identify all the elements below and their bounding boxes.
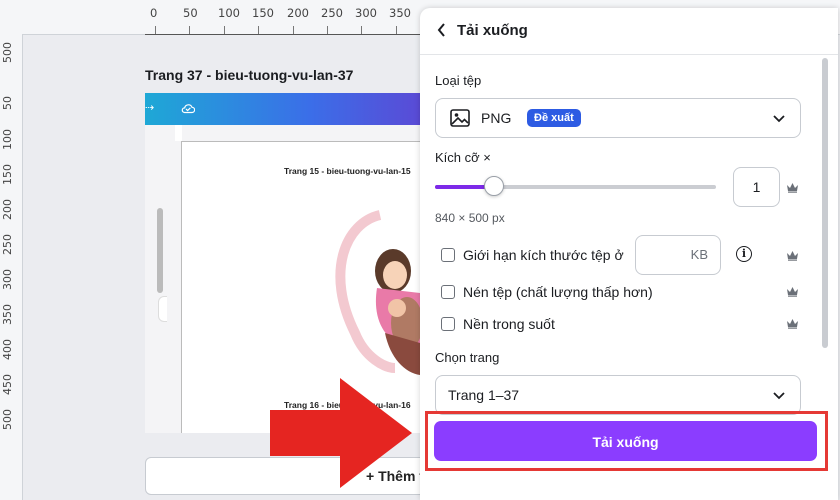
recommended-badge: Đề xuất — [527, 109, 581, 127]
pages-value: Trang 1–37 — [448, 387, 520, 403]
compress-checkbox[interactable] — [441, 285, 455, 299]
ruler-tick: 100 — [1, 129, 14, 150]
ruler-tick: 150 — [252, 6, 274, 20]
ruler-tick: 50 — [1, 96, 14, 110]
left-ruler: 500 50 100 150 200 250 300 350 400 450 5… — [0, 34, 23, 500]
ruler-tick: 300 — [355, 6, 377, 20]
file-type-select[interactable]: PNG Đề xuất — [435, 98, 801, 138]
ruler-tick: 200 — [1, 199, 14, 220]
option-label: Nền trong suốt — [463, 316, 555, 332]
limit-size-checkbox[interactable] — [441, 248, 455, 262]
size-label: Kích cỡ × — [435, 150, 491, 165]
crown-icon — [787, 183, 798, 193]
ruler-tick: 200 — [287, 6, 309, 20]
slider-thumb[interactable] — [484, 176, 504, 196]
pages-label: Chọn trang — [435, 350, 500, 365]
inner-top-ruler — [182, 125, 420, 142]
ruler-tick: 100 — [218, 6, 240, 20]
ruler-tick: 150 — [1, 164, 14, 185]
chevron-down-icon — [772, 388, 786, 407]
mother-child-illustration — [335, 210, 420, 375]
option-label: Nén tệp (chất lượng thấp hơn) — [463, 284, 653, 300]
crown-icon — [787, 319, 798, 329]
inner-toolbar: ⇢ — [145, 93, 420, 125]
ruler-tick: 500 — [1, 42, 14, 63]
panel-header: Tải xuống — [420, 8, 838, 55]
panel-title: Tải xuống — [457, 22, 528, 39]
previous-page-edge — [145, 30, 420, 35]
chevron-down-icon — [772, 111, 786, 130]
download-panel: Tải xuống Loại tệp PNG Đề xuất Kích cỡ ×… — [420, 8, 838, 500]
ruler-tick: 300 — [1, 269, 14, 290]
ruler-tick: 350 — [1, 304, 14, 325]
ruler-tick: 50 — [183, 6, 198, 20]
pages-select[interactable]: Trang 1–37 — [435, 375, 801, 415]
inner-page-title: Trang 15 - bieu-tuong-vu-lan-15 — [284, 166, 411, 176]
option-label: Giới hạn kích thước tệp ở — [463, 247, 624, 263]
panel-scrollbar[interactable] — [822, 58, 828, 348]
image-icon — [450, 109, 470, 132]
file-type-value: PNG — [481, 110, 512, 126]
ruler-tick: 450 — [1, 374, 14, 395]
crown-icon — [787, 251, 798, 261]
size-multiplier-input[interactable]: 1 — [733, 167, 780, 207]
redo-icon: ⇢ — [145, 102, 155, 114]
page-title: Trang 37 - bieu-tuong-vu-lan-37 — [145, 67, 354, 83]
ruler-tick: 250 — [321, 6, 343, 20]
ruler-tick: 400 — [1, 339, 14, 360]
ruler-tick: 0 — [150, 6, 158, 20]
chevron-left-icon[interactable] — [436, 22, 452, 40]
ruler-tick: 250 — [1, 234, 14, 255]
inner-scrollbar[interactable] — [157, 208, 163, 293]
cloud-check-icon — [181, 104, 195, 114]
ruler-tick: 500 — [1, 409, 14, 430]
crown-icon — [787, 287, 798, 297]
ruler-tick: 350 — [389, 6, 411, 20]
size-slider[interactable] — [435, 176, 716, 196]
output-dimensions: 840 × 500 px — [435, 211, 505, 225]
illustration — [285, 183, 420, 383]
download-button[interactable]: Tải xuống — [434, 421, 817, 461]
inner-left-ruler — [167, 141, 182, 433]
arrow-right-icon — [270, 378, 412, 488]
kb-unit: KB — [690, 247, 708, 262]
transparent-background-checkbox[interactable] — [441, 317, 455, 331]
file-size-limit-input[interactable]: KB — [635, 235, 721, 275]
info-icon[interactable]: i — [736, 246, 752, 262]
file-type-label: Loại tệp — [435, 73, 482, 88]
